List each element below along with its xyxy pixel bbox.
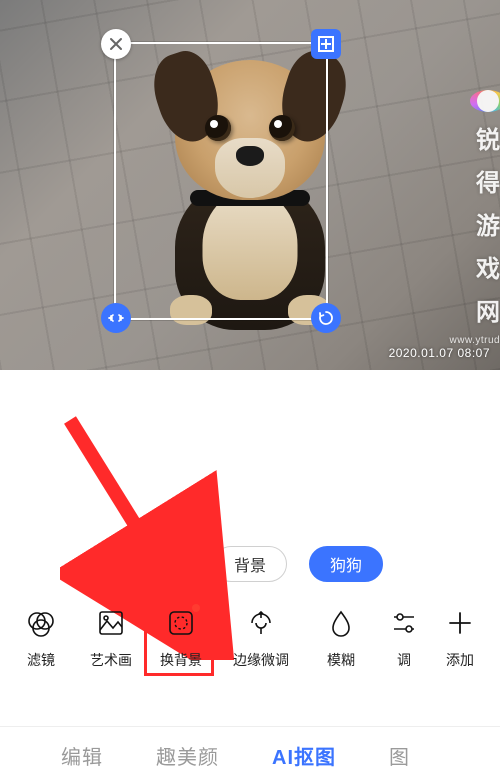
expand-icon	[311, 29, 341, 59]
tab-edit[interactable]: 编辑	[61, 741, 103, 770]
tool-label: 换背景	[160, 650, 202, 670]
move-selection-button[interactable]	[101, 303, 131, 333]
chip-background[interactable]: 背景	[213, 546, 287, 582]
filter-icon	[24, 606, 58, 640]
selection-box[interactable]	[114, 42, 328, 320]
chip-dog[interactable]: 狗狗	[309, 546, 383, 582]
blank-area	[0, 370, 500, 540]
tool-edge-fine[interactable]: 边缘微调	[216, 606, 306, 670]
edge-fine-icon	[244, 606, 278, 640]
tool-label: 调	[397, 650, 411, 670]
tab-extra[interactable]: 图	[389, 741, 439, 770]
blur-icon	[324, 606, 358, 640]
tool-filter[interactable]: 滤镜	[6, 606, 76, 670]
expand-selection-button[interactable]	[311, 29, 341, 59]
tab-ai-cutout[interactable]: AI抠图	[272, 741, 336, 770]
adjust-icon	[387, 606, 421, 640]
photo-canvas[interactable]: 2020.01.07 08:07	[0, 0, 500, 370]
rotate-icon	[311, 303, 341, 333]
add-icon	[443, 606, 477, 640]
tab-beauty[interactable]: 趣美颜	[156, 741, 219, 770]
chip-all[interactable]: 全图	[117, 546, 191, 582]
tool-art[interactable]: 艺术画	[76, 606, 146, 670]
segment-chips-row: 全图 背景 狗狗	[0, 540, 500, 588]
tool-label: 艺术画	[90, 650, 132, 670]
tool-add[interactable]: 添加	[432, 606, 488, 670]
tool-label: 滤镜	[27, 650, 55, 670]
rotate-selection-button[interactable]	[311, 303, 341, 333]
tool-adjust[interactable]: 调	[376, 606, 432, 670]
move-icon	[101, 303, 131, 333]
tool-label: 边缘微调	[233, 650, 289, 670]
badge-dot	[192, 604, 200, 612]
mode-tabs: 编辑 趣美颜 AI抠图 图	[0, 726, 500, 784]
change-bg-icon	[164, 606, 198, 640]
art-icon	[94, 606, 128, 640]
photo-timestamp: 2020.01.07 08:07	[389, 346, 490, 360]
close-icon	[101, 29, 131, 59]
tool-change-background[interactable]: 换背景	[146, 606, 216, 670]
tool-blur[interactable]: 模糊	[306, 606, 376, 670]
close-selection-button[interactable]	[101, 29, 131, 59]
tool-label: 添加	[446, 650, 474, 670]
tool-label: 模糊	[327, 650, 355, 670]
tools-toolbar: 滤镜 艺术画 换背景 边缘微调 模糊 调 添加	[0, 598, 500, 670]
